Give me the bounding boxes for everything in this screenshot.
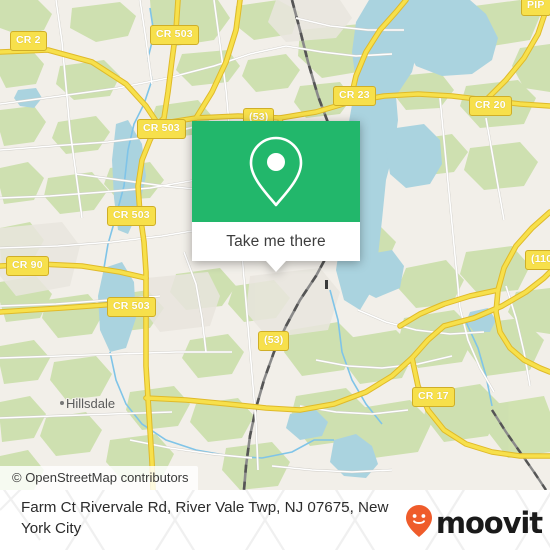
moovit-map-screenshot: Hillsdale CR 2 CR 503 CR 23 CR 20 PIP (5… <box>0 0 550 550</box>
map-canvas[interactable]: Hillsdale CR 2 CR 503 CR 23 CR 20 PIP (5… <box>0 0 550 490</box>
map-poi-marker <box>325 280 328 289</box>
road-shield-cr-20: CR 20 <box>469 96 512 116</box>
openstreetmap-attribution[interactable]: © OpenStreetMap contributors <box>0 466 198 490</box>
road-shield-cr-2: CR 2 <box>10 31 47 51</box>
road-shield-110: (110 <box>525 250 550 270</box>
road-shield-pip: PIP <box>521 0 550 16</box>
road-shield-cr-90: CR 90 <box>6 256 49 276</box>
moovit-smiley-pin-icon <box>405 504 433 543</box>
road-shield-cr-17: CR 17 <box>412 387 455 407</box>
road-shield-cr-23: CR 23 <box>333 86 376 106</box>
popup-pointer <box>266 261 286 272</box>
road-shield-53-south: (53) <box>258 331 290 351</box>
moovit-brand[interactable]: moovit <box>405 504 543 543</box>
popup-header <box>192 121 360 222</box>
place-label-hillsdale: Hillsdale <box>66 396 116 411</box>
road-shield-cr-503-south: CR 503 <box>107 297 156 317</box>
address-text: Farm Ct Rivervale Rd, River Vale Twp, NJ… <box>21 499 389 537</box>
road-shield-cr-503-mid: CR 503 <box>137 119 186 139</box>
destination-popup-card[interactable]: Take me there <box>192 121 360 272</box>
road-shield-cr-503-north: CR 503 <box>150 25 199 45</box>
footer-bar: Farm Ct Rivervale Rd, River Vale Twp, NJ… <box>0 490 550 550</box>
take-me-there-label: Take me there <box>226 232 326 250</box>
popup-action-row[interactable]: Take me there <box>192 222 360 261</box>
road-shield-cr-503-west: CR 503 <box>107 206 156 226</box>
place-dot-hillsdale <box>60 401 64 405</box>
map-pin-icon <box>245 134 307 210</box>
moovit-wordmark: moovit <box>435 506 543 540</box>
